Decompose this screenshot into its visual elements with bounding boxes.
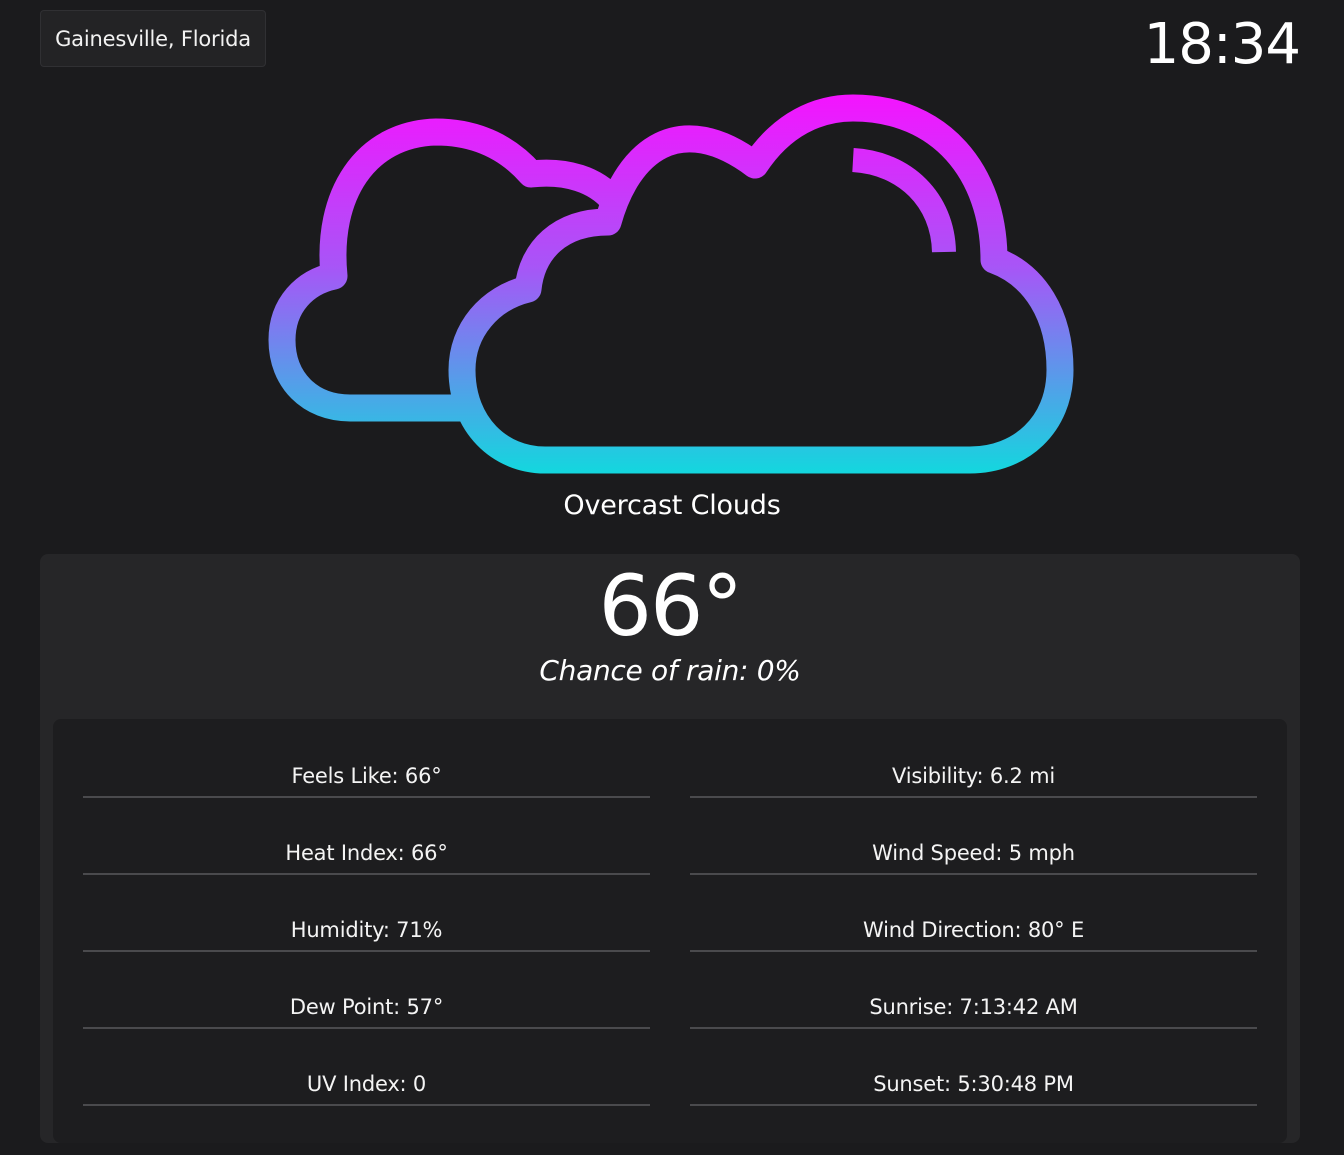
detail-humidity: Humidity: 71% — [83, 910, 650, 952]
detail-visibility: Visibility: 6.2 mi — [690, 756, 1257, 798]
detail-heat-index: Heat Index: 66° — [83, 833, 650, 875]
current-weather-card: 66° Chance of rain: 0% Feels Like: 66° H… — [40, 554, 1300, 1143]
weather-app: Gainesville, Florida 18:34 Overcast Clou… — [0, 0, 1344, 1155]
temperature: 66° — [598, 557, 744, 655]
detail-wind-direction: Wind Direction: 80° E — [690, 910, 1257, 952]
condition-label: Overcast Clouds — [563, 490, 781, 521]
detail-wind-speed: Wind Speed: 5 mph — [690, 833, 1257, 875]
detail-sunrise: Sunrise: 7:13:42 AM — [690, 987, 1257, 1029]
detail-feels-like: Feels Like: 66° — [83, 756, 650, 798]
detail-uv-index: UV Index: 0 — [83, 1064, 650, 1106]
detail-dew-point: Dew Point: 57° — [83, 987, 650, 1029]
overcast-clouds-icon — [268, 94, 1074, 474]
rain-chance: Chance of rain: 0% — [539, 654, 801, 687]
clock: 18:34 — [1143, 12, 1301, 77]
details-panel: Feels Like: 66° Heat Index: 66° Humidity… — [53, 719, 1287, 1143]
detail-sunset: Sunset: 5:30:48 PM — [690, 1064, 1257, 1106]
location-button[interactable]: Gainesville, Florida — [40, 10, 266, 67]
